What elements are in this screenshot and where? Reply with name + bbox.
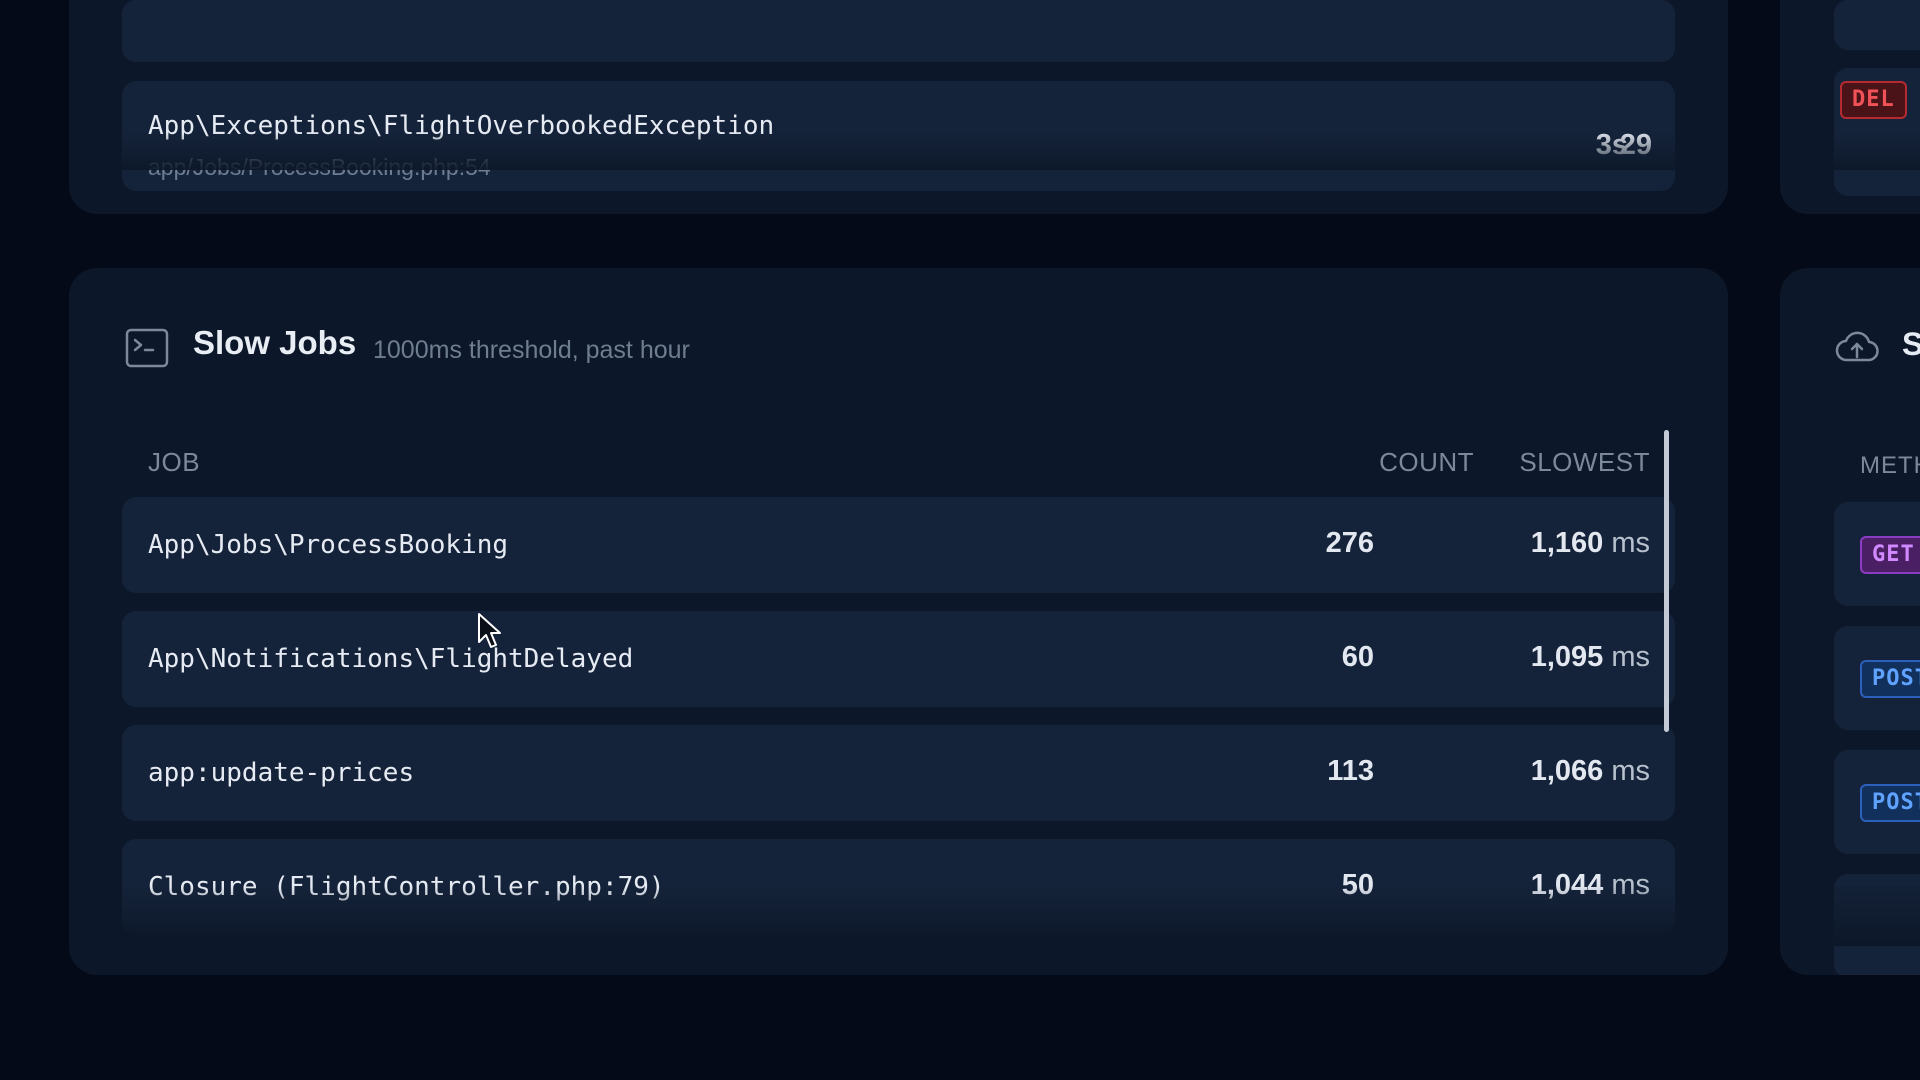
card-subtitle: 1000ms threshold, past hour (373, 336, 690, 364)
exception-row[interactable]: App\Exceptions\FlightOverbookedException… (122, 81, 1675, 191)
column-header-slowest[interactable]: SLOWEST (1444, 447, 1650, 478)
exception-class: App\Exceptions\FlightOverbookedException (148, 111, 775, 141)
slowest-unit: ms (1611, 641, 1650, 673)
job-name: App\Notifications\FlightDelayed (148, 644, 634, 674)
request-row[interactable]: POST (1834, 750, 1920, 854)
column-header-job[interactable]: JOB (148, 447, 200, 478)
request-row[interactable] (1834, 874, 1920, 975)
slowest-unit: ms (1611, 869, 1650, 901)
card-title: Slow Jobs (193, 324, 357, 361)
job-name: app:update-prices (148, 758, 415, 788)
request-row[interactable]: POST (1834, 626, 1920, 730)
job-name: App\Jobs\ProcessBooking (148, 530, 509, 560)
request-row[interactable]: DEL (1834, 68, 1920, 196)
exception-count: 29 (1619, 129, 1652, 161)
method-badge-post: POST (1860, 784, 1920, 822)
job-name: Closure (FlightController.php:79) (148, 872, 665, 902)
exception-location: app/Jobs/ProcessBooking.php:54 (148, 154, 491, 180)
slowest-value: 1,066 (1530, 755, 1604, 787)
requests-card-body: DEL (1780, 0, 1920, 214)
table-row[interactable]: Closure (FlightController.php:79) 50 1,0… (122, 839, 1675, 935)
cloud-upload-icon (1834, 327, 1880, 367)
request-row-previous[interactable] (1834, 0, 1920, 50)
card-title: S (1902, 326, 1920, 362)
dashboard: App\Exceptions\FlightOverbookedException… (0, 0, 1920, 1080)
scrollbar[interactable] (1664, 430, 1669, 732)
job-slowest: 1,066 ms (1344, 755, 1650, 788)
slowest-value: 1,095 (1530, 641, 1604, 673)
slow-jobs-card: Slow Jobs 1000ms threshold, past hour JO… (69, 268, 1728, 975)
requests-card-partial: DEL (1780, 0, 1920, 214)
column-header-method[interactable]: METH (1860, 452, 1920, 480)
table-row[interactable]: App\Notifications\FlightDelayed 60 1,095… (122, 611, 1675, 707)
mouse-cursor-icon (477, 612, 503, 652)
slowest-value: 1,044 (1530, 869, 1604, 901)
slowest-value: 1,160 (1530, 527, 1604, 559)
job-slowest: 1,095 ms (1344, 641, 1650, 674)
job-slowest: 1,160 ms (1344, 527, 1650, 560)
method-badge-post: POST (1860, 660, 1920, 698)
job-slowest: 1,044 ms (1344, 869, 1650, 902)
method-badge-delete: DEL (1840, 81, 1907, 119)
table-row[interactable]: App\Jobs\ProcessBooking 276 1,160 ms (122, 497, 1675, 593)
slow-requests-card-partial: S METH GET POST POST (1780, 268, 1920, 975)
method-badge-get: GET (1860, 536, 1920, 574)
exception-row-previous[interactable] (122, 0, 1675, 62)
terminal-icon (125, 328, 169, 368)
exceptions-card: App\Exceptions\FlightOverbookedException… (69, 0, 1728, 214)
request-row[interactable]: GET (1834, 502, 1920, 606)
exceptions-card-body: App\Exceptions\FlightOverbookedException… (69, 0, 1728, 214)
slowest-unit: ms (1611, 755, 1650, 787)
slowest-unit: ms (1611, 527, 1650, 559)
table-row[interactable]: app:update-prices 113 1,066 ms (122, 725, 1675, 821)
